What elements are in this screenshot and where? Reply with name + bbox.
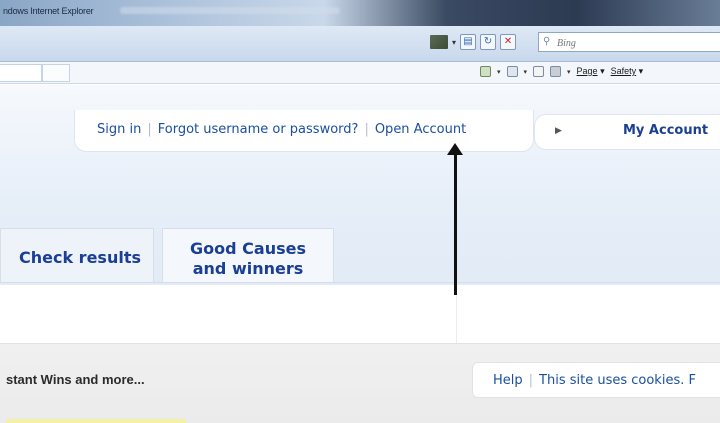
page-menu[interactable]: Page ▾ [577,66,605,77]
window-title: ndows Internet Explorer [3,6,94,16]
sign-in-link[interactable]: Sign in [97,122,141,137]
feeds-icon[interactable] [506,66,518,77]
search-input[interactable] [538,32,720,52]
divider: | [147,122,152,137]
stop-icon[interactable]: ✕ [500,34,517,50]
print-icon[interactable] [550,66,562,77]
cookie-notice-link[interactable]: This site uses cookies. F [539,373,696,388]
feeds-dropdown-icon[interactable]: ▾ [524,68,528,76]
tab-label: Good Causes and winners [190,239,306,278]
flag-icon[interactable] [430,35,448,49]
play-arrow-icon: ▶ [555,126,562,136]
divider: | [364,122,369,137]
address-bar-icons: ▾ ▤ ↻ ✕ [430,34,517,50]
dropdown-arrow-icon[interactable]: ▾ [452,38,456,47]
divider: | [528,373,534,388]
home-icon[interactable] [480,66,491,77]
my-account-button[interactable]: ▶ My Account [534,114,720,150]
annotation-arrow-head [447,143,463,155]
safety-menu[interactable]: Safety ▾ [611,66,644,77]
tab-label: Check results [19,248,141,267]
browser-title-bar: ndows Internet Explorer [0,0,720,26]
compatibility-view-icon[interactable]: ▤ [460,34,477,50]
promo-text: stant Wins and more... [6,372,145,387]
address-bar-area: ▾ ▤ ↻ ✕ ⚲ [0,26,720,62]
new-tab-button[interactable] [42,64,70,82]
my-account-label: My Account [623,123,709,138]
tab-check-results[interactable]: Check results [0,228,154,282]
annotation-arrow [454,150,457,295]
mail-icon[interactable] [533,66,545,77]
tab-good-causes[interactable]: Good Causes and winners [162,228,334,282]
open-account-link[interactable]: Open Account [375,122,466,137]
home-dropdown-icon[interactable]: ▾ [497,68,501,76]
browser-tab[interactable] [0,64,42,82]
divider [0,282,720,283]
command-bar: ▾ ▾ ▾ Page ▾ Safety ▾ [480,66,643,77]
refresh-icon[interactable]: ↻ [480,34,497,50]
blurred-title-text [120,7,340,14]
print-dropdown-icon[interactable]: ▾ [567,68,571,76]
forgot-credentials-link[interactable]: Forgot username or password? [158,122,359,137]
help-link[interactable]: Help [493,373,523,388]
highlight-strip [6,419,186,423]
tab-bar: ▾ ▾ ▾ Page ▾ Safety ▾ [0,62,720,84]
search-icon: ⚲ [543,36,551,47]
account-links-bar: Sign in | Forgot username or password? |… [74,110,534,152]
help-cookie-bar: Help | This site uses cookies. F [472,362,720,398]
